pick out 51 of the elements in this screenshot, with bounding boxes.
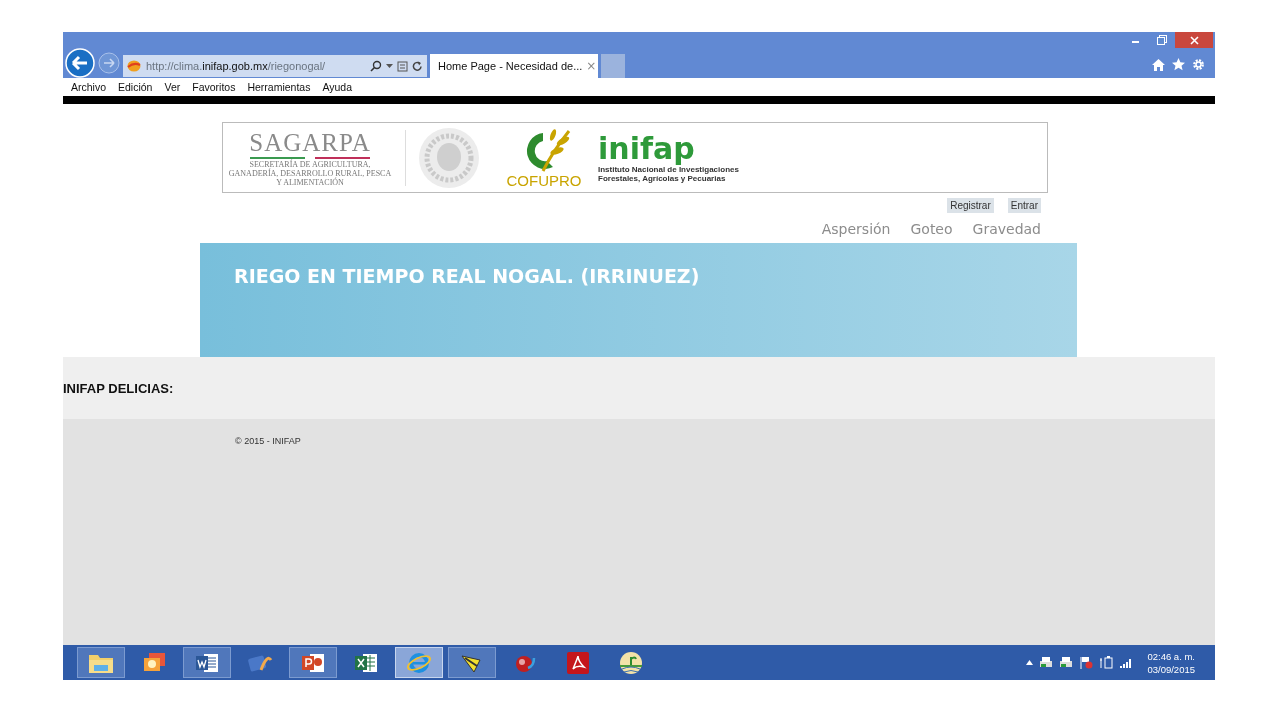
compatibility-icon[interactable] (397, 60, 408, 72)
url-text: http://clima.inifap.gob.mx/riegonogal/ (146, 60, 327, 72)
menu-item[interactable]: Ayuda (322, 81, 353, 93)
copyright-text: © 2015 - INIFAP (235, 436, 301, 446)
pdf-icon (565, 650, 591, 675)
hero-title: RIEGO EN TIEMPO REAL NOGAL. (IRRINUEZ) (234, 265, 700, 287)
clock[interactable]: 02:46 a. m. 03/09/2015 (1147, 649, 1195, 676)
logo-text: SAGARPA (249, 128, 371, 157)
presentation-icon (300, 651, 326, 674)
account-link[interactable]: Entrar (1007, 198, 1041, 213)
close-tab-button[interactable]: × (586, 59, 597, 73)
taskbar-button[interactable] (77, 647, 125, 678)
star-icon[interactable] (1172, 58, 1185, 71)
logo-subtitle: Instituto Nacional de Investigaciones Forestales, Agrícolas y Pecuarias (598, 164, 740, 183)
taskbar-button[interactable] (448, 647, 496, 678)
restore-icon (1157, 35, 1167, 45)
signal-icon[interactable] (1119, 657, 1134, 668)
plant-globe-icon (618, 650, 644, 675)
show-hidden-icon[interactable] (1026, 660, 1034, 665)
taskbar-button[interactable] (289, 647, 337, 678)
back-button[interactable] (65, 48, 95, 78)
close-button[interactable] (1175, 32, 1213, 48)
home-icon[interactable] (1152, 59, 1165, 71)
logo-text: inifap (598, 132, 696, 165)
menu-item[interactable]: Edición (118, 81, 153, 93)
menu-item[interactable]: Herramientas (247, 81, 311, 93)
browser-icon (406, 650, 432, 675)
taskbar-button[interactable] (183, 647, 231, 678)
logo-text: COFUPRO (506, 172, 582, 189)
caret-icon[interactable] (386, 63, 393, 69)
flag-alert-icon[interactable] (1079, 656, 1094, 669)
site-icon (127, 59, 141, 73)
photos-icon (141, 651, 167, 674)
battery-icon[interactable] (1099, 656, 1114, 669)
refresh-icon[interactable] (412, 60, 423, 72)
logo-subtitle: SECRETARÍA DE AGRICULTURA, GANADERÍA, DESARROLLO RURAL, PESCA Y ALIMENTACIÓN (227, 159, 393, 187)
seal-icon (416, 126, 482, 189)
account-link[interactable]: Registrar (947, 198, 994, 213)
browser-tab[interactable]: Home Page - Necesidad de... × (430, 54, 598, 78)
search-icon[interactable] (370, 60, 382, 72)
printer-icon[interactable] (1039, 656, 1054, 669)
menu-item[interactable]: Archivo (71, 81, 106, 93)
printer-icon[interactable] (1059, 656, 1074, 669)
section-title: INIFAP DELICIAS: (63, 380, 174, 396)
address-bar[interactable]: http://clima.inifap.gob.mx/riegonogal/ (123, 55, 427, 77)
close-icon (1189, 35, 1199, 45)
settings-icon[interactable] (1192, 58, 1205, 71)
menu-item[interactable]: Ver (164, 81, 181, 93)
spreadsheet-icon (353, 651, 379, 674)
document-icon (194, 651, 220, 674)
menu-item[interactable]: Favoritos (192, 81, 236, 93)
